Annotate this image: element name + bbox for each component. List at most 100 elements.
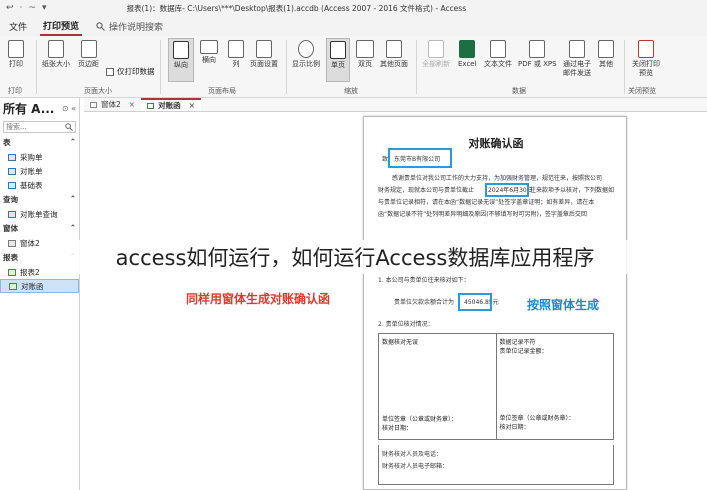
collapse-icon[interactable]: ⌃	[70, 194, 76, 205]
search-icon	[65, 123, 73, 131]
close-preview-button[interactable]: 关闭打印预览	[630, 40, 662, 78]
query-icon	[8, 210, 16, 218]
mismatch-cell-title: 数据记录不符	[499, 339, 536, 346]
tab-print-preview[interactable]: 打印预览	[40, 17, 83, 36]
redo-icon[interactable]: ~	[28, 3, 36, 13]
margins-button[interactable]: 页边距	[78, 40, 99, 69]
quick-access-toolbar: ↩ · ~ ▾	[0, 3, 47, 13]
paper-size-icon	[48, 40, 64, 58]
text-file-icon	[490, 40, 506, 58]
search-label: 操作说明搜索	[109, 22, 164, 33]
tell-me-search[interactable]: 操作说明搜索	[96, 20, 163, 33]
annotation-blue-note: 按照窗体生成	[527, 298, 600, 312]
collapse-icon[interactable]: ⌃	[70, 223, 76, 234]
nav-item-label: 基础表	[20, 180, 43, 190]
nav-item-table[interactable]: 对账单	[0, 164, 79, 178]
print-data-only-checkbox[interactable]: 仅打印数据	[106, 66, 155, 77]
zoom-label: 显示比例	[292, 60, 320, 68]
page-setup-button[interactable]: 页面设置	[250, 40, 278, 69]
one-page-icon	[330, 41, 346, 59]
group-label-close-preview: 关闭预览	[628, 87, 656, 95]
nav-section-forms[interactable]: 窗体 ⌃	[0, 221, 79, 236]
columns-button[interactable]: 列	[228, 40, 244, 69]
print-data-only-label: 仅打印数据	[117, 67, 155, 76]
date-left: 核对日期：	[382, 425, 413, 432]
nav-title: 所有 A...	[3, 102, 55, 116]
body-line-2a: 财务规定，现就本公司与贵单位截止	[378, 187, 475, 194]
landscape-label: 横向	[202, 56, 216, 64]
envelope-icon	[569, 40, 585, 58]
undo-icon[interactable]: ↩	[6, 3, 14, 13]
landscape-button[interactable]: 横向	[200, 40, 218, 65]
section-1-heading: 1. 本公司与贵单位往来核对如下：	[378, 277, 470, 284]
sign-left: 单位签章（公章或财务章）：	[382, 416, 458, 423]
date-highlight-box	[485, 183, 529, 197]
more-pages-label: 其他页面	[380, 60, 408, 68]
table-icon	[8, 153, 16, 161]
landscape-icon	[200, 40, 218, 54]
nav-section-queries[interactable]: 查询 ⌃	[0, 192, 79, 207]
nav-search-input[interactable]: 搜索...	[3, 121, 76, 133]
more-export-button[interactable]: 其他	[598, 40, 614, 69]
body-line-4: 函“数据记录不符”处列明差异明细及原因(不够填写时可另附)，签字盖章后交回	[378, 211, 587, 218]
navigation-pane: 所有 A... ⊙ « 搜索... 表 ⌃ 采购单 对账单 基础表 查询 ⌃ 对账单查…	[0, 98, 80, 490]
zoom-button[interactable]: 显示比例	[292, 40, 320, 69]
pdf-xps-label: PDF 或 XPS	[518, 60, 557, 68]
amount-highlight-box	[458, 293, 492, 311]
print-button[interactable]: 打印	[8, 40, 24, 69]
close-icon[interactable]: ×	[129, 100, 135, 109]
nav-item-query[interactable]: 对账单查询	[0, 207, 79, 221]
more-pages-button[interactable]: 其他页面	[380, 40, 408, 69]
two-pages-button[interactable]: 双页	[356, 40, 374, 69]
table-icon	[8, 167, 16, 175]
close-icon[interactable]: ×	[189, 101, 195, 110]
nav-item-label: 对账单查询	[20, 209, 58, 219]
contact-footer: 财务核对人员及电话： 财务核对人员电子邮箱：	[378, 445, 614, 485]
nav-section-tables[interactable]: 表 ⌃	[0, 135, 79, 150]
match-cell-title: 数据核对无误	[382, 339, 419, 346]
tab-file[interactable]: 文件	[6, 18, 30, 35]
one-page-label: 单页	[331, 61, 345, 69]
nav-search-placeholder: 搜索...	[6, 123, 27, 131]
close-preview-label: 关闭打印预览	[632, 60, 660, 77]
tab-form2[interactable]: 窗体2 ×	[84, 98, 141, 111]
page-setup-label: 页面设置	[250, 60, 278, 68]
ribbon: 打印 纸张大小 页边距 仅打印数据 纵向 横向 列 页面设置 显示比例 单页 双…	[0, 36, 707, 98]
article-title-overlay: access如何运行，如何运行Access数据库应用程序	[60, 240, 650, 274]
nav-item-table[interactable]: 采购单	[0, 150, 79, 164]
access-window: ↩ · ~ ▾ 报表(1)：数据库- C:\Users\***\Desktop\…	[0, 0, 707, 490]
text-file-export-button[interactable]: 文本文件	[484, 40, 512, 69]
section-label: 查询	[3, 195, 18, 204]
email-export-button[interactable]: 通过电子邮件发送	[560, 40, 594, 78]
one-page-button[interactable]: 单页	[326, 38, 350, 82]
group-separator	[36, 40, 37, 94]
nav-item-label: 对账单	[20, 166, 43, 176]
pdf-icon	[529, 40, 546, 58]
window-title: 报表(1)：数据库- C:\Users\***\Desktop\报表(1).ac…	[126, 3, 467, 13]
tab-statement-letter[interactable]: 对账函 ×	[141, 98, 201, 111]
nav-header[interactable]: 所有 A... ⊙ «	[0, 98, 79, 119]
more-export-icon	[598, 40, 614, 58]
margins-icon	[80, 40, 97, 58]
excel-export-button[interactable]: Excel	[458, 40, 477, 69]
refresh-all-button[interactable]: 全部刷新	[422, 40, 450, 69]
two-pages-icon	[356, 40, 374, 58]
collapse-icon[interactable]: ⌃	[70, 137, 76, 148]
nav-item-report-selected[interactable]: 对账函	[0, 279, 79, 293]
body-line-2b: 往来款项予以核对，下列数据如	[530, 187, 615, 194]
more-pages-icon	[386, 40, 402, 58]
body-line-3: 与贵单位记录相符，请在本函“数据记录无误”处签字盖章证明；如有差异，请在本	[378, 199, 595, 206]
checkbox-box[interactable]	[106, 67, 114, 76]
customize-quick-access-icon[interactable]: ▾	[42, 3, 47, 13]
portrait-button[interactable]: 纵向	[168, 38, 194, 82]
nav-item-table[interactable]: 基础表	[0, 178, 79, 192]
pdf-xps-export-button[interactable]: PDF 或 XPS	[518, 40, 557, 69]
title-bar: ↩ · ~ ▾ 报表(1)：数据库- C:\Users\***\Desktop\…	[0, 0, 707, 16]
paper-size-button[interactable]: 纸张大小	[42, 40, 70, 69]
verification-table: 数据核对无误 单位签章（公章或财务章）： 核对日期： 数据记录不符 贵单位记录金…	[378, 333, 614, 440]
report-icon	[8, 268, 16, 276]
tab-label: 对账函	[158, 101, 181, 110]
nav-collapse-icon[interactable]: ⊙ «	[62, 104, 76, 113]
nav-item-label: 采购单	[20, 152, 43, 162]
mismatch-balance: 贵单位记录金额：	[499, 348, 548, 355]
